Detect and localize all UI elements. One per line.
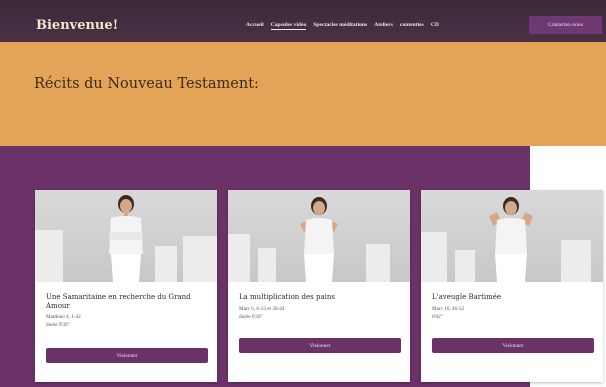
hero-section: Récits du Nouveau Testament: [0,42,606,146]
card-title: L'aveugle Bartimée [432,293,502,301]
video-card[interactable]: Une Samaritaine en recherche du Grand Am… [35,190,217,382]
nav-link-ateliers[interactable]: Ateliers [374,22,393,30]
card-duration: 6'02" [432,314,443,320]
nav-links: Accueil Capsules vidéo Spectacles médita… [246,22,439,30]
card-reference: Marc 6, 6-13 et 30-44 [239,306,285,312]
card-reference: Marc 10, 46-52 [432,306,465,312]
card-duration: durée 9'39" [46,322,70,328]
page-title: Récits du Nouveau Testament: [34,76,259,92]
video-card[interactable]: L'aveugle Bartimée Marc 10, 46-52 6'02" … [421,190,603,382]
contact-button[interactable]: Contactez-nous [529,16,602,34]
performer-figure [300,197,338,282]
performer-figure [489,197,533,282]
card-title: La multiplication des pains [239,293,335,301]
watch-button[interactable]: Visionner [239,338,401,353]
nav-link-contenties[interactable]: contenties [400,22,424,30]
video-thumbnail[interactable] [421,190,603,282]
video-thumbnail[interactable] [35,190,217,282]
card-reference: Matthieu 4, 1-42 [46,314,81,320]
nav-link-capsules-video[interactable]: Capsules vidéo [270,22,307,30]
nav-link-spectacles[interactable]: Spectacles méditations [313,22,367,30]
watch-button[interactable]: Visionner [46,348,208,363]
card-title: Une Samaritaine en recherche du Grand Am… [46,293,191,310]
top-navbar: Bienvenue! Accueil Capsules vidéo Specta… [0,0,606,42]
nav-link-accueil[interactable]: Accueil [246,22,264,30]
watch-button[interactable]: Visionner [432,338,594,353]
video-card[interactable]: La multiplication des pains Marc 6, 6-13… [228,190,410,382]
brand-logo[interactable]: Bienvenue! [36,18,118,33]
video-thumbnail[interactable] [228,190,410,282]
nav-link-cd[interactable]: CD [431,22,439,30]
card-duration: durée 6'20" [239,314,263,320]
performer-figure [109,195,143,282]
